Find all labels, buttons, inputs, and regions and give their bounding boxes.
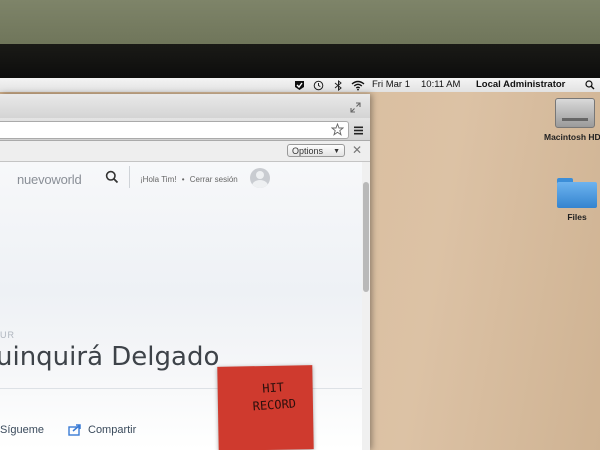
desktop-icon-label: Files (567, 212, 587, 222)
sticky-note-text: HIT RECORD (243, 378, 305, 416)
scrollbar[interactable] (362, 162, 370, 450)
scrollbar-thumb[interactable] (363, 182, 369, 292)
menubar-user[interactable]: Local Administrator (476, 78, 565, 92)
article-title: uinquirá Delgado (0, 342, 220, 372)
desktop-icon-files[interactable]: Files (555, 178, 599, 222)
dropdown-arrow-icon: ▼ (333, 148, 340, 155)
menubar-date[interactable]: Fri Mar 1 (372, 78, 410, 92)
share-icon[interactable] (68, 424, 82, 439)
nav-divider (129, 166, 130, 188)
bluetooth-icon[interactable] (333, 78, 344, 92)
greeting-separator: • (181, 175, 185, 184)
spotlight-icon[interactable] (585, 78, 595, 92)
menulet-check-icon[interactable] (294, 78, 305, 92)
article-kicker: OUR (0, 330, 15, 340)
desktop-icon-macintosh-hd[interactable]: Macintosh HD (540, 98, 600, 142)
site-logo[interactable]: nuevoworld (17, 172, 82, 187)
sticky-note-line: RECORD (252, 396, 297, 414)
time-machine-icon[interactable] (313, 78, 324, 92)
desktop-icon-label: Macintosh HD (544, 132, 600, 142)
url-field[interactable] (0, 121, 349, 139)
screen: Fri Mar 1 10:11 AM Local Administrator M… (0, 78, 600, 450)
monitor-bezel (0, 44, 600, 82)
wifi-icon[interactable] (351, 78, 365, 92)
logout-link[interactable]: Cerrar sesión (190, 175, 238, 184)
folder-icon (557, 178, 597, 208)
bookmark-star-icon[interactable] (330, 122, 345, 141)
sticky-note: HIT RECORD (217, 365, 314, 450)
menu-bar: Fri Mar 1 10:11 AM Local Administrator (0, 78, 600, 93)
toolbar (0, 118, 370, 141)
close-icon[interactable]: ✕ (352, 143, 362, 157)
hard-drive-icon (555, 98, 595, 128)
options-label: Options (292, 146, 324, 156)
browser-title-bar[interactable] (0, 94, 370, 118)
fullscreen-icon[interactable] (350, 100, 361, 118)
search-icon[interactable] (105, 170, 119, 184)
menu-hamburger-icon[interactable] (353, 123, 364, 141)
menubar-time[interactable]: 10:11 AM (421, 78, 460, 92)
share-button[interactable]: Compartir (88, 424, 136, 436)
greeting: ¡Hola Tim! (140, 175, 177, 184)
follow-button[interactable]: Sígueme (0, 424, 44, 436)
browser-window: Options ▼ ✕ nuevoworld ¡Hola Tim! • Cerr… (0, 94, 370, 450)
avatar[interactable] (250, 168, 270, 188)
notification-bar: Options ▼ ✕ (0, 141, 370, 162)
options-button[interactable]: Options ▼ (287, 144, 345, 157)
user-greeting-line: ¡Hola Tim! • Cerrar sesión (140, 175, 238, 184)
